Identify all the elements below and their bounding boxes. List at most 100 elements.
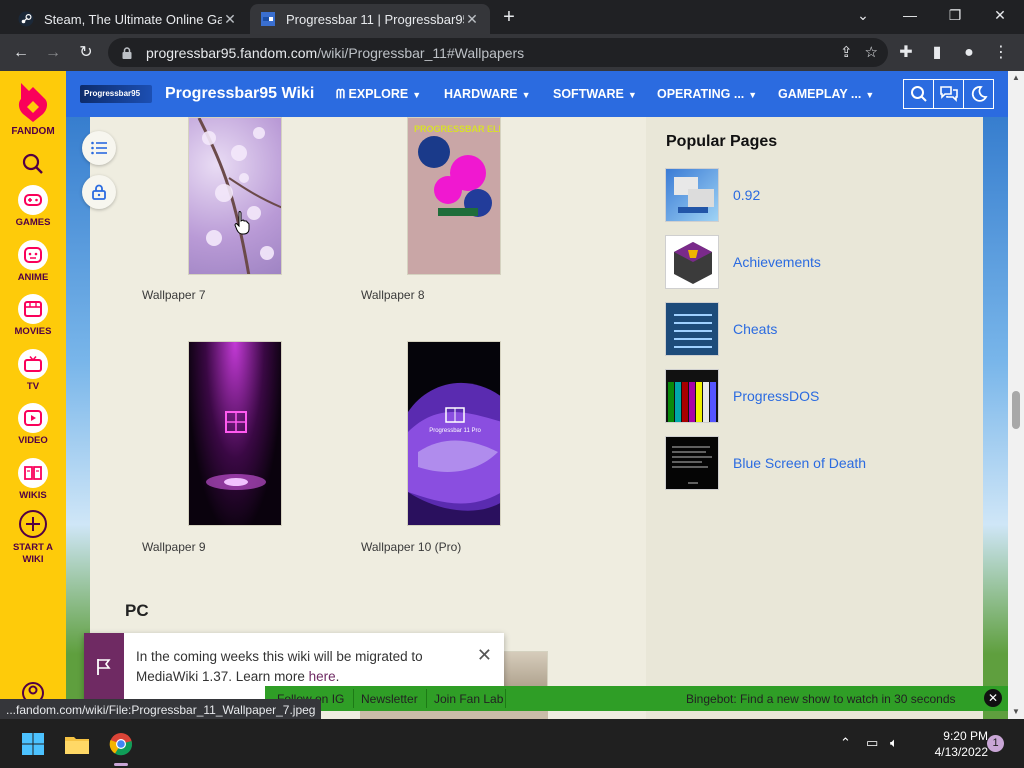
rail-item-anime[interactable]: ANIME — [0, 240, 66, 283]
rail-item-games[interactable]: GAMES — [0, 185, 66, 228]
rail-item-wikis[interactable]: WIKIS — [0, 458, 66, 501]
tv-icon — [18, 349, 48, 379]
rail-label: WIKIS — [19, 490, 47, 501]
close-bar-button[interactable]: ✕ — [984, 689, 1002, 707]
popular-page-thumbnail[interactable] — [665, 168, 719, 222]
bookmark-star-icon[interactable]: ☆ — [865, 43, 878, 61]
wiki-search-button[interactable] — [903, 79, 934, 109]
gallery-caption[interactable]: Wallpaper 9 — [142, 540, 206, 554]
forward-button[interactable]: → — [40, 40, 66, 66]
close-tab-icon[interactable]: ✕ — [222, 11, 238, 28]
restore-button[interactable]: ❐ — [935, 4, 975, 26]
wiki-logo[interactable]: Progressbar95 — [80, 85, 152, 103]
table-of-contents-button[interactable] — [82, 131, 116, 165]
file-explorer-button[interactable] — [62, 729, 92, 759]
protection-lock-button[interactable] — [82, 175, 116, 209]
fandom-heart-icon — [18, 83, 48, 122]
popular-page-thumbnail[interactable] — [665, 436, 719, 490]
nav-operating-systems[interactable]: OPERATING ... ▼ — [657, 87, 757, 101]
scrollbar-thumb[interactable] — [1012, 391, 1020, 429]
gallery-caption[interactable]: Wallpaper 8 — [361, 288, 425, 302]
bingebot-promo-link[interactable]: Bingebot: Find a new show to watch in 30… — [686, 692, 956, 706]
tab-search-icon[interactable]: ⌄ — [843, 4, 883, 26]
menu-kebab-icon[interactable]: ⋮ — [988, 40, 1014, 66]
popular-page-link[interactable]: Blue Screen of Death — [733, 455, 866, 471]
tab-steam[interactable]: Steam, The Ultimate Online Game Platform… — [8, 4, 248, 34]
start-button[interactable] — [18, 729, 48, 759]
gallery-caption[interactable]: Wallpaper 10 (Pro) — [361, 540, 461, 554]
rail-item-start-a-wiki[interactable]: START A WIKI — [0, 509, 66, 566]
pc-thumbnail-2[interactable] — [360, 711, 548, 719]
fandom-global-nav: FANDOM GAMES ANIME MOVIES TV VIDEO WIKIS — [0, 71, 66, 719]
rail-item-tv[interactable]: TV — [0, 349, 66, 392]
minimize-button[interactable]: — — [890, 4, 930, 26]
nav-label: SOFTWARE — [553, 87, 624, 101]
popular-page-thumbnail[interactable] — [665, 369, 719, 423]
reload-button[interactable]: ↻ — [73, 40, 99, 66]
side-panel-icon[interactable]: ▮ — [924, 40, 950, 66]
wallpaper-9-thumbnail[interactable] — [188, 341, 282, 526]
close-tab-icon[interactable]: ✕ — [464, 11, 480, 28]
popular-page-thumbnail[interactable] — [665, 235, 719, 289]
moon-icon — [971, 86, 988, 102]
popular-page-link[interactable]: Cheats — [733, 321, 777, 337]
rail-label: MOVIES — [14, 326, 52, 337]
popular-page-item[interactable]: ProgressDOS — [665, 369, 965, 423]
divider — [505, 689, 506, 708]
tab-progressbar[interactable]: Progressbar 11 | Progressbar95 Wiki ✕ — [250, 4, 490, 34]
new-tab-button[interactable]: + — [498, 7, 520, 29]
popular-page-link[interactable]: Achievements — [733, 254, 821, 270]
popular-page-item[interactable]: 0.92 — [665, 168, 965, 222]
nav-label: GAMEPLAY ... — [778, 87, 862, 101]
fandom-logo[interactable]: FANDOM — [0, 79, 66, 137]
popular-page-link[interactable]: 0.92 — [733, 187, 760, 203]
rail-item-movies[interactable]: MOVIES — [0, 294, 66, 337]
show-hidden-icons-chevron-icon[interactable]: ⌃ — [840, 735, 851, 751]
nav-hardware[interactable]: HARDWARE ▼ — [444, 87, 531, 101]
rail-search[interactable] — [0, 153, 66, 178]
page-scrollbar[interactable]: ▲ ▼ — [1008, 71, 1024, 719]
back-button[interactable]: ← — [8, 40, 34, 66]
join-fan-lab-link[interactable]: Join Fan Lab — [434, 692, 503, 706]
popular-page-item[interactable]: Cheats — [665, 302, 965, 356]
wiki-title[interactable]: Progressbar95 Wiki — [165, 85, 314, 103]
extensions-puzzle-icon[interactable]: ✚ — [893, 40, 919, 66]
search-icon — [910, 86, 927, 102]
chrome-taskbar-button[interactable] — [106, 729, 136, 759]
popular-page-link[interactable]: ProgressDOS — [733, 388, 819, 404]
scroll-down-arrow-icon[interactable]: ▼ — [1008, 707, 1024, 716]
newsletter-link[interactable]: Newsletter — [361, 692, 418, 706]
wallpaper-10-thumbnail[interactable]: Progressbar 11 Pro — [407, 341, 501, 526]
section-heading-pc: PC — [125, 601, 149, 620]
nav-gameplay[interactable]: GAMEPLAY ... ▼ — [778, 87, 874, 101]
nav-software[interactable]: SOFTWARE ▼ — [553, 87, 637, 101]
fandom-brand-label: FANDOM — [11, 126, 55, 137]
popular-page-thumbnail[interactable] — [665, 302, 719, 356]
rail-label: START A WIKI — [12, 542, 54, 565]
wallpaper-7-thumbnail[interactable] — [188, 117, 282, 275]
nav-explore[interactable]: ᗰ EXPLORE ▼ — [336, 87, 421, 102]
scroll-up-arrow-icon[interactable]: ▲ — [1008, 73, 1024, 82]
gallery-caption[interactable]: Wallpaper 7 — [142, 288, 206, 302]
address-bar[interactable]: progressbar95.fandom.com/wiki/Progressba… — [108, 38, 888, 67]
close-window-button[interactable]: ✕ — [980, 4, 1020, 26]
wallpaper-8-thumbnail[interactable]: PROGRESSBAR ELEVEN — [407, 117, 501, 275]
volume-icon[interactable]: 🔈︎ — [890, 735, 898, 751]
theme-toggle-button[interactable] — [963, 79, 994, 109]
link-status-bubble: ...fandom.com/wiki/File:Progressbar_11_W… — [0, 699, 322, 719]
close-notice-button[interactable]: ✕ — [477, 645, 492, 666]
gamepad-icon — [18, 185, 48, 215]
notification-badge[interactable]: 1 — [987, 735, 1004, 752]
rail-item-video[interactable]: VIDEO — [0, 403, 66, 446]
share-icon[interactable]: ⇪ — [840, 43, 853, 61]
discussions-button[interactable] — [933, 79, 964, 109]
lock-icon[interactable] — [120, 46, 134, 60]
profile-avatar-icon[interactable]: ● — [956, 40, 982, 66]
taskbar-clock[interactable]: 9:20 PM 4/13/2022 — [918, 728, 988, 760]
network-icon[interactable]: ▭ — [866, 735, 878, 751]
popular-page-item[interactable]: Blue Screen of Death — [665, 436, 965, 490]
popular-page-item[interactable]: Achievements — [665, 235, 965, 289]
plus-circle-icon — [19, 510, 47, 538]
notice-learn-more-link[interactable]: here — [309, 669, 336, 684]
cheats-list-image — [674, 314, 712, 348]
